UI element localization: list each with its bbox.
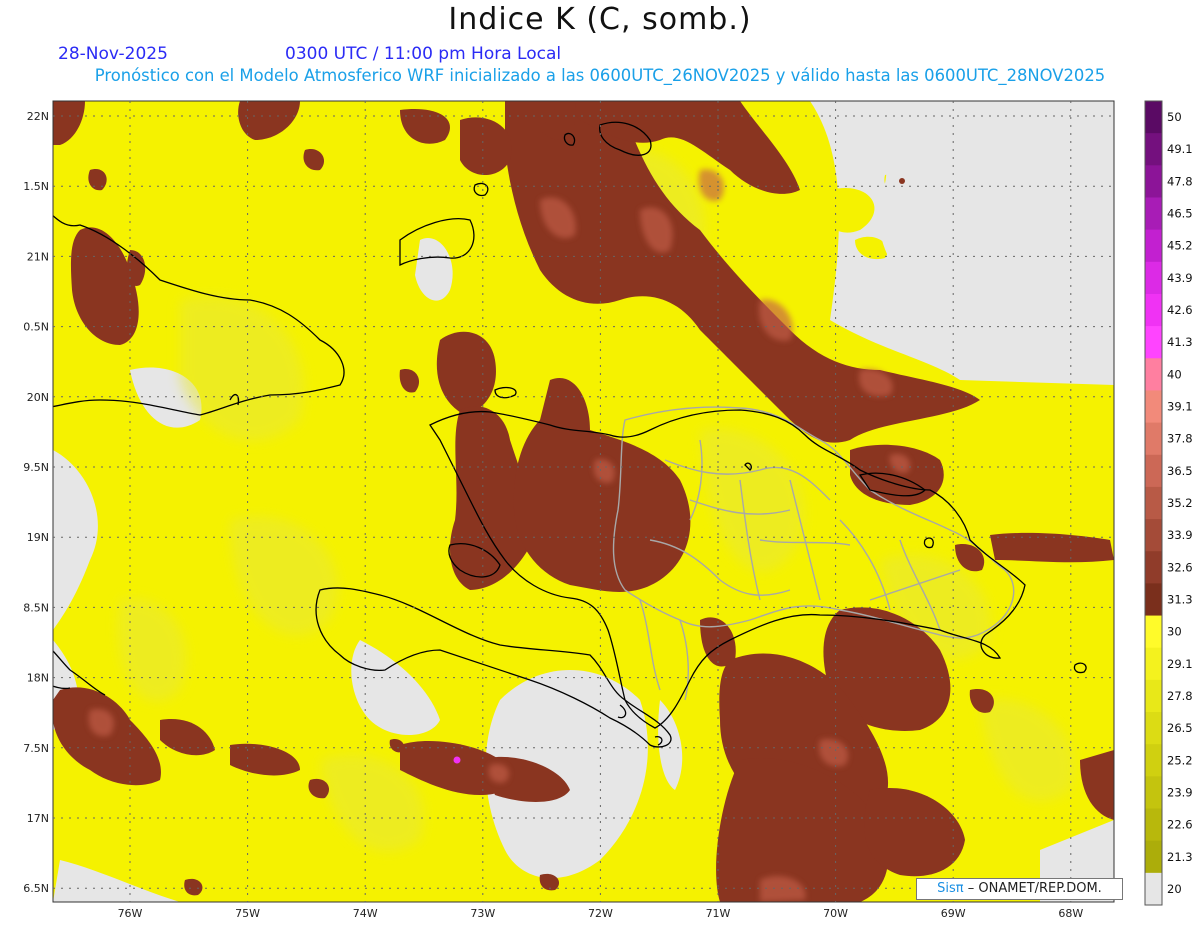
lat-tick-label: 21N bbox=[27, 250, 49, 263]
colorbar-label: 42.6 bbox=[1167, 303, 1193, 317]
lat-tick-label: 19N bbox=[27, 531, 49, 544]
k-index-colorbar: 50 49.1 47.8 46.5 45.2 43.9 42.6 41.3 40 39.1 37.8… bbox=[1144, 100, 1193, 906]
colorbar-label: 40 bbox=[1167, 367, 1182, 381]
colorbar-label: 33.9 bbox=[1167, 528, 1193, 542]
lon-tick-label: 73W bbox=[470, 907, 495, 920]
colorbar-label: 22.6 bbox=[1167, 818, 1193, 832]
colorbar-swatch bbox=[1145, 422, 1162, 456]
colorbar-swatch bbox=[1145, 519, 1162, 552]
colorbar-label: 36.5 bbox=[1167, 464, 1193, 478]
colorbar-label: 49.1 bbox=[1167, 142, 1193, 156]
colorbar-swatch bbox=[1145, 840, 1162, 874]
colorbar-swatch bbox=[1145, 872, 1162, 906]
credit-box: Sisπ – ONAMET/REP.DOM. bbox=[916, 878, 1123, 900]
colorbar-swatch bbox=[1145, 165, 1162, 198]
colorbar-label: 27.8 bbox=[1167, 689, 1193, 703]
colorbar-label: 21.3 bbox=[1167, 850, 1193, 864]
colorbar-label: 47.8 bbox=[1167, 174, 1193, 188]
colorbar-label: 39.1 bbox=[1167, 400, 1193, 414]
colorbar-label: 45.2 bbox=[1167, 239, 1193, 253]
colorbar-label: 43.9 bbox=[1167, 271, 1193, 285]
colorbar-label: 25.2 bbox=[1167, 753, 1193, 767]
colorbar-swatch bbox=[1145, 293, 1162, 327]
magenta-peak-spot bbox=[453, 756, 461, 764]
sispi-brand: Sisπ bbox=[937, 881, 964, 896]
lon-tick-label: 74W bbox=[353, 907, 378, 920]
colorbar-swatch bbox=[1145, 133, 1162, 166]
colorbar-label: 30 bbox=[1167, 625, 1182, 639]
colorbar-label: 41.3 bbox=[1167, 335, 1193, 349]
colorbar-swatch bbox=[1145, 390, 1162, 424]
lon-tick-label: 72W bbox=[588, 907, 613, 920]
colorbar-label: 46.5 bbox=[1167, 207, 1193, 221]
colorbar-swatch bbox=[1145, 744, 1162, 777]
colorbar-label: 37.8 bbox=[1167, 432, 1193, 446]
colorbar-swatch bbox=[1145, 551, 1162, 584]
colorbar-swatch bbox=[1145, 486, 1162, 520]
colorbar-swatch bbox=[1145, 229, 1162, 263]
lat-tick-label: 6.5N bbox=[23, 882, 49, 895]
lon-tick-label: 76W bbox=[118, 907, 143, 920]
lat-tick-label: 18N bbox=[27, 672, 49, 685]
lat-tick-label: 0.5N bbox=[23, 321, 49, 334]
colorbar-swatch bbox=[1145, 197, 1162, 231]
colorbar-label: 29.1 bbox=[1167, 657, 1193, 671]
k-index-map: 22N 1.5N 21N 0.5N 20N 9.5N 19N 8.5N 18N 7.5N 17N 6.… bbox=[23, 100, 1193, 920]
colorbar-swatch bbox=[1145, 261, 1162, 295]
colorbar-swatch bbox=[1145, 454, 1162, 488]
lat-tick-label: 8.5N bbox=[23, 601, 49, 614]
lon-tick-label: 75W bbox=[235, 907, 260, 920]
colorbar-swatch bbox=[1145, 712, 1162, 745]
lat-tick-label: 20N bbox=[27, 391, 49, 404]
colorbar-swatch bbox=[1145, 326, 1162, 359]
colorbar-swatch bbox=[1145, 583, 1162, 617]
isolated-high-spot bbox=[899, 178, 905, 184]
lat-tick-label: 22N bbox=[27, 110, 49, 123]
colorbar-swatch bbox=[1145, 776, 1162, 810]
colorbar-swatch bbox=[1145, 358, 1162, 391]
colorbar-label: 20 bbox=[1167, 882, 1182, 896]
lat-tick-label: 17N bbox=[27, 812, 49, 825]
lon-tick-label: 68W bbox=[1058, 907, 1083, 920]
colorbar-label: 32.6 bbox=[1167, 560, 1193, 574]
latitude-labels: 22N 1.5N 21N 0.5N 20N 9.5N 19N 8.5N 18N 7.5N 17N 6.… bbox=[23, 110, 49, 895]
colorbar-label: 23.9 bbox=[1167, 785, 1193, 799]
colorbar-label: 26.5 bbox=[1167, 721, 1193, 735]
colorbar-label: 50 bbox=[1167, 110, 1182, 124]
lon-tick-label: 71W bbox=[706, 907, 731, 920]
lat-tick-label: 1.5N bbox=[23, 180, 49, 193]
lon-tick-label: 70W bbox=[823, 907, 848, 920]
colorbar-swatch bbox=[1145, 679, 1162, 713]
colorbar-swatch bbox=[1145, 808, 1162, 842]
lon-tick-label: 69W bbox=[941, 907, 966, 920]
credit-text: – ONAMET/REP.DOM. bbox=[967, 881, 1102, 896]
lat-tick-label: 7.5N bbox=[23, 742, 49, 755]
colorbar-label: 31.3 bbox=[1167, 592, 1193, 606]
longitude-labels: 76W 75W 74W 73W 72W 71W 70W 69W 68W bbox=[118, 907, 1084, 920]
colorbar-swatch bbox=[1145, 615, 1162, 649]
colorbar-label: 35.2 bbox=[1167, 496, 1193, 510]
colorbar-swatch bbox=[1145, 647, 1162, 681]
map-field bbox=[53, 101, 1114, 902]
colorbar-swatch bbox=[1145, 101, 1162, 134]
lat-tick-label: 9.5N bbox=[23, 461, 49, 474]
